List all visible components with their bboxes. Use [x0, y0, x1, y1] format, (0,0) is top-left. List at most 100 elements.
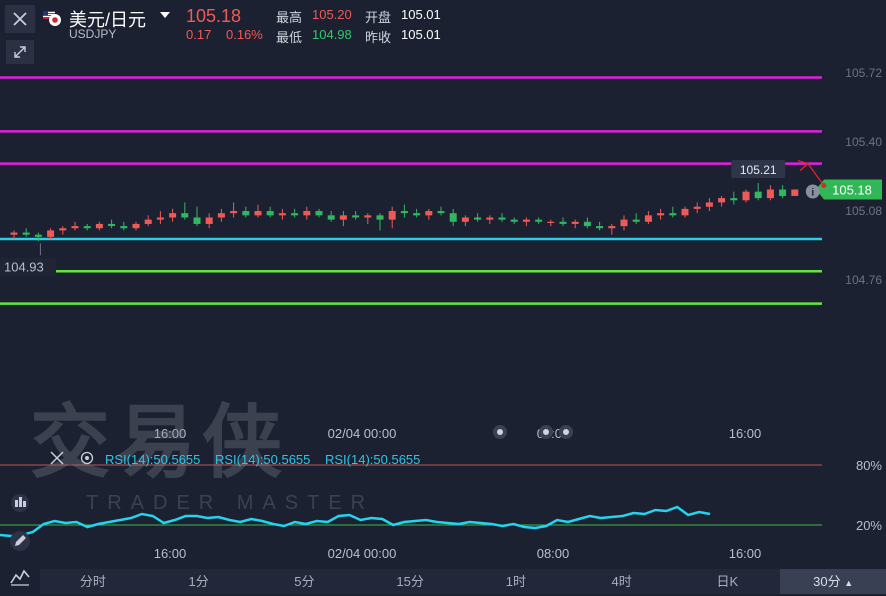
low-label: 最低: [276, 30, 303, 45]
candle-body: [22, 232, 30, 235]
candle-body: [230, 211, 238, 214]
max-marker-label: 105.21: [740, 163, 777, 177]
candle-body: [632, 219, 640, 222]
horizontal-price-lines: 105.7105.45105.3104.95104.8104.65: [0, 69, 886, 312]
candle-body: [278, 213, 286, 216]
price-change: 0.17: [186, 27, 212, 42]
x-tick-label: 16:00: [154, 426, 187, 441]
candle-body: [498, 217, 506, 220]
close-icon: [13, 12, 27, 26]
candle-body: [571, 221, 579, 224]
candle-body: [169, 213, 177, 218]
symbol-code: USDJPY: [69, 27, 117, 41]
candle-body: [425, 211, 433, 216]
close-button[interactable]: [5, 5, 35, 33]
trend-arrow-start: [821, 182, 827, 188]
tab-5min[interactable]: 5分: [252, 569, 358, 594]
y-tick-label: 105.08: [845, 204, 882, 218]
candle-body: [327, 215, 335, 220]
expand-button[interactable]: [6, 40, 34, 64]
candle-body: [376, 215, 384, 220]
candle-body: [718, 198, 726, 203]
tab-15min[interactable]: 15分: [357, 569, 463, 594]
candle-body: [559, 221, 567, 224]
candle-body: [364, 215, 372, 218]
candle-body: [339, 215, 347, 220]
price-chart[interactable]: 105.7105.45105.3104.95104.8104.65 105.72…: [0, 0, 886, 594]
candle-body: [474, 217, 482, 220]
expand-icon: [14, 46, 26, 58]
playback-dot-core: [563, 429, 569, 435]
candle-body: [291, 213, 299, 216]
trend-arrow: [807, 163, 825, 186]
candle-body: [681, 208, 689, 216]
candle-body: [120, 226, 128, 229]
y-tick-label: 104.76: [845, 273, 882, 287]
rsi-line: [0, 505, 711, 538]
candle-body: [486, 217, 494, 220]
chevron-down-icon[interactable]: [160, 12, 170, 18]
candle-body: [596, 226, 604, 229]
low-value: 104.98: [312, 27, 352, 42]
candle-body: [388, 211, 396, 220]
candle-body: [644, 215, 652, 222]
candle-body: [242, 211, 250, 216]
rsi-x-tick-label: 16:00: [154, 546, 187, 561]
chart-type-tool[interactable]: [5, 564, 35, 590]
current-price-label: 105.18: [832, 182, 872, 197]
tab-daily[interactable]: 日K: [675, 569, 781, 594]
y-tick-label: 105.40: [845, 135, 882, 149]
candle-body: [449, 213, 457, 222]
rsi-level-label: 20%: [856, 518, 882, 533]
tab-1min[interactable]: 1分: [146, 569, 252, 594]
candle-body: [583, 221, 591, 227]
close-indicator-icon[interactable]: [49, 451, 65, 465]
candle-body: [522, 219, 530, 222]
high-value: 105.20: [312, 7, 352, 22]
tab-1hour[interactable]: 1时: [463, 569, 569, 594]
candle-body: [547, 221, 555, 223]
candle-body: [83, 226, 91, 229]
candle-body: [205, 217, 213, 224]
rsi-x-tick-label: 16:00: [729, 546, 762, 561]
price-change-percent: 0.16%: [226, 27, 263, 42]
pencil-icon: [10, 531, 30, 551]
candle-body: [693, 206, 701, 209]
tab-time[interactable]: 分时: [40, 569, 146, 594]
price-axis: 105.72 105.40 105.08 104.76 16:00 02/04 00:00…: [154, 50, 886, 445]
candle-body: [730, 198, 738, 201]
candle-body: [669, 213, 677, 216]
candle-body: [779, 189, 787, 196]
candle-body: [657, 213, 665, 216]
indicator-tool[interactable]: [5, 490, 35, 516]
candle-body: [510, 219, 518, 222]
rsi-panel: 80% 20% 16:00 02/04 00:00 08:00 16:00: [0, 458, 882, 561]
tab-4hour[interactable]: 4时: [569, 569, 675, 594]
line-chart-icon: [10, 569, 30, 586]
candle-body: [535, 219, 543, 222]
candle-body: [59, 228, 67, 231]
y-tick-label: 105.72: [845, 66, 882, 80]
settings-eye-icon[interactable]: [79, 451, 95, 465]
candle-body: [10, 232, 18, 235]
tab-30min[interactable]: 30分 ▲: [780, 569, 886, 594]
candle-body: [400, 211, 408, 214]
candle-body: [95, 223, 103, 229]
playback-dot-core: [497, 429, 503, 435]
candle-body: [413, 213, 421, 216]
tab-30min-label: 30分: [813, 574, 841, 589]
draw-tool[interactable]: [5, 528, 35, 554]
candle-body: [303, 211, 311, 216]
x-tick-label: 02/04 00:00: [328, 426, 397, 441]
candle-body: [705, 202, 713, 207]
interval-tabs: 分时 1分 5分 15分 1时 4时 日K 30分 ▲: [40, 569, 886, 594]
rsi-label-3: RSI(14):50.5655: [325, 452, 421, 467]
price-axis-bg: [822, 50, 886, 445]
candle-body: [181, 213, 189, 218]
rsi-x-tick-label: 02/04 00:00: [328, 546, 397, 561]
candle-body: [47, 230, 55, 237]
high-label: 最高: [276, 10, 303, 25]
playback-dot-core: [543, 429, 549, 435]
candle-body: [608, 226, 616, 229]
trend-arrow-head: [797, 160, 810, 172]
